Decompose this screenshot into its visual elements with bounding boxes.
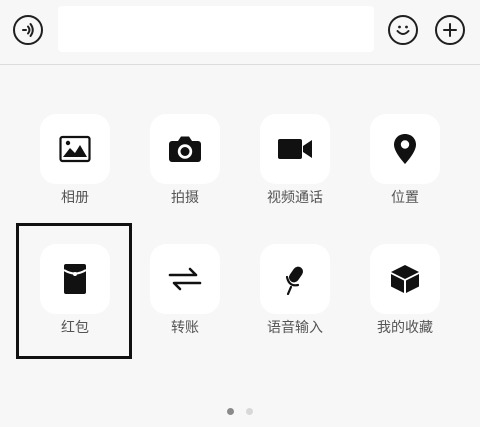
favorites-icon xyxy=(391,265,419,293)
favorites-label: 我的收藏 xyxy=(377,320,433,336)
camera-label: 拍摄 xyxy=(171,190,199,206)
plus-icon xyxy=(443,23,457,37)
location-button[interactable] xyxy=(370,114,440,184)
photo-album-label: 相册 xyxy=(61,190,89,206)
location-label: 位置 xyxy=(391,190,419,206)
chat-input-bar xyxy=(0,0,480,65)
message-input[interactable] xyxy=(58,6,374,52)
emoji-icon xyxy=(396,25,410,35)
transfer-icon xyxy=(168,267,202,291)
page-indicator-active xyxy=(227,408,234,415)
favorites-button[interactable] xyxy=(370,244,440,314)
page-indicator-inactive xyxy=(246,408,253,415)
camera-icon xyxy=(169,136,201,162)
transfer-label: 转账 xyxy=(171,320,199,336)
photo-album-button[interactable] xyxy=(40,114,110,184)
video-call-label: 视频通话 xyxy=(267,190,323,206)
camera-button[interactable] xyxy=(150,114,220,184)
location-icon xyxy=(394,134,416,164)
transfer-button[interactable] xyxy=(150,244,220,314)
voice-input-label: 语音输入 xyxy=(267,320,323,336)
video-call-button[interactable] xyxy=(260,114,330,184)
selected-item-highlight xyxy=(16,223,132,359)
voice-input-button-panel[interactable] xyxy=(260,244,330,314)
emoji-button[interactable] xyxy=(388,15,418,45)
voice-input-icon xyxy=(22,23,34,37)
voice-input-mic-icon xyxy=(285,266,304,295)
video-call-icon xyxy=(278,139,312,159)
voice-input-button[interactable] xyxy=(13,15,43,45)
photo-album-icon xyxy=(59,135,91,163)
more-functions-button[interactable] xyxy=(435,15,465,45)
